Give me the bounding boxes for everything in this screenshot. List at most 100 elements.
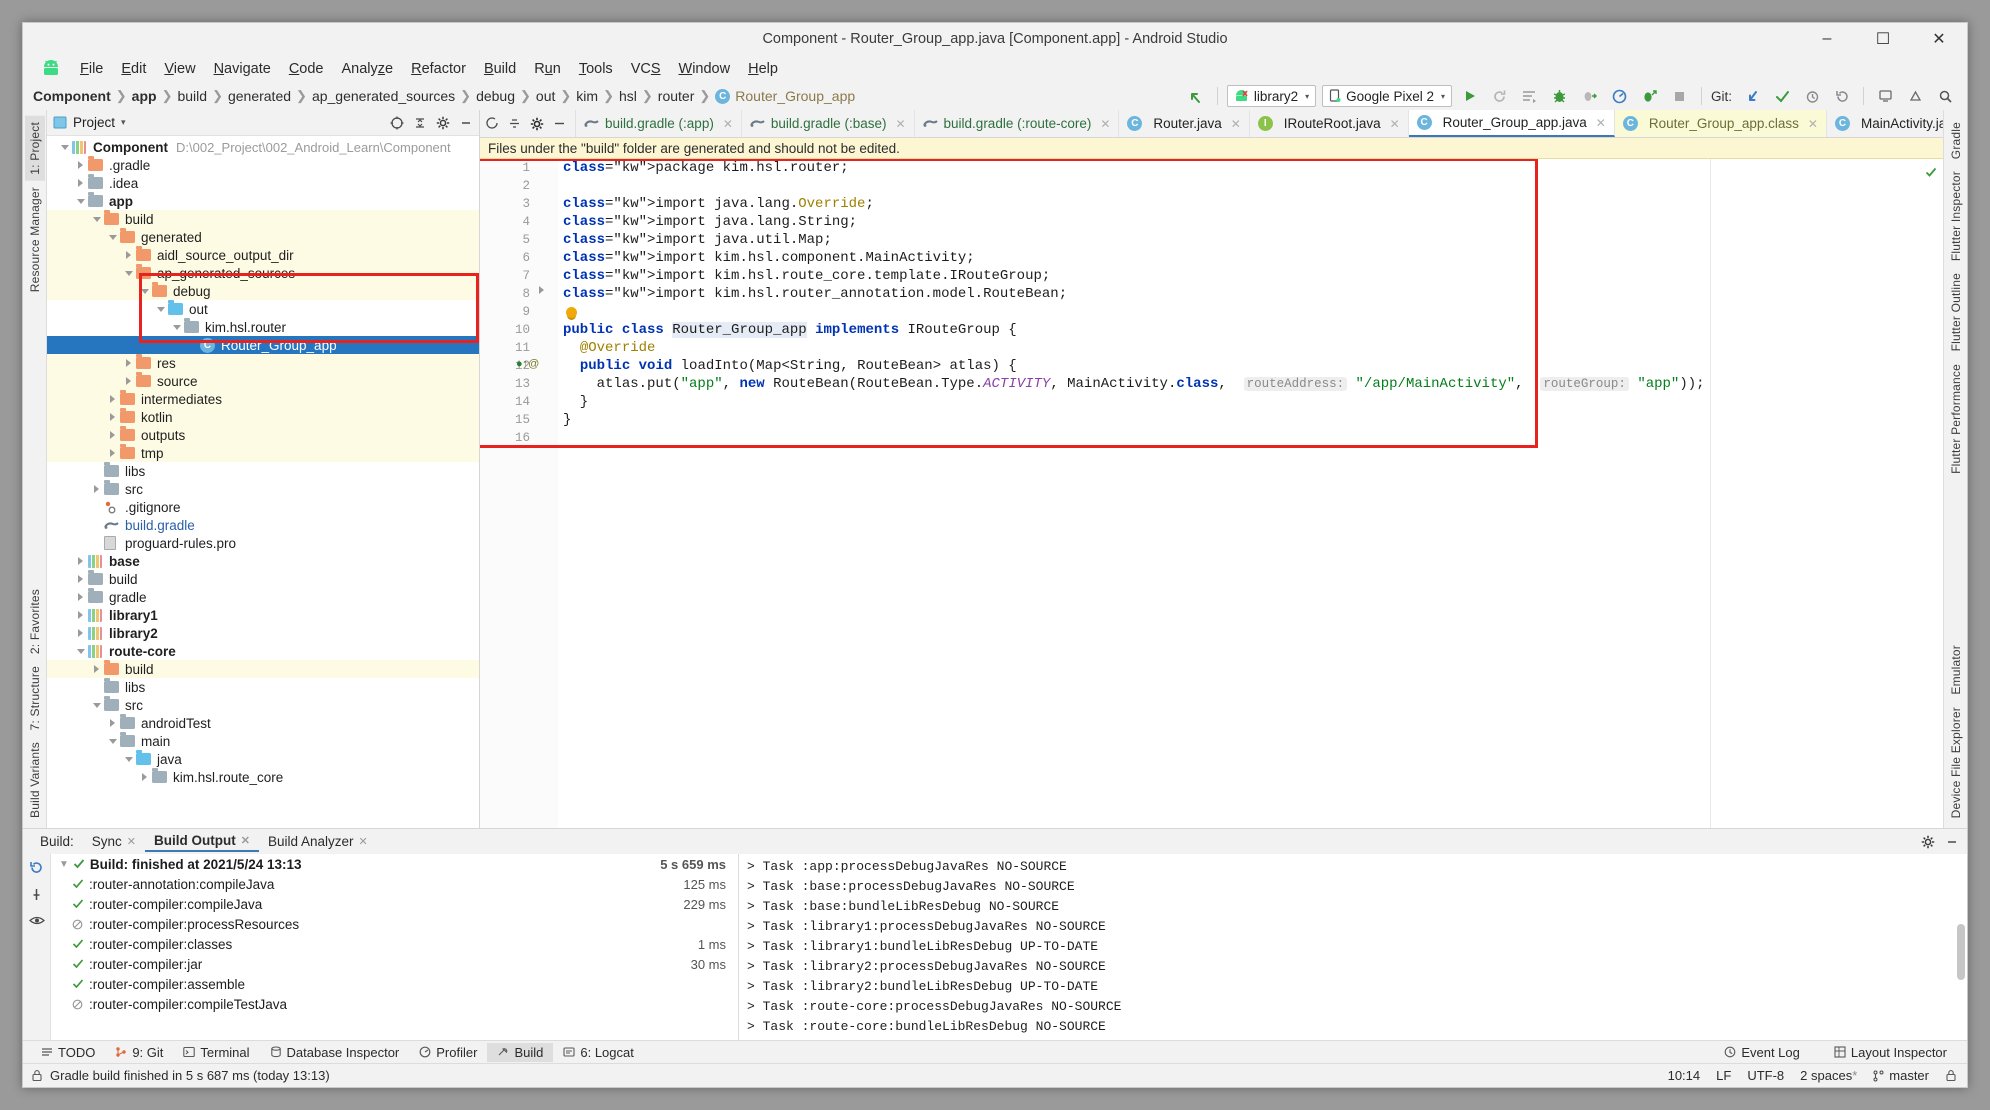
build-output-console[interactable]: > Task :app:processDebugJavaRes NO-SOURC…: [739, 854, 1967, 1040]
close-icon[interactable]: ✕: [1596, 116, 1606, 130]
tree-node-build[interactable]: build: [47, 570, 479, 588]
stop-icon[interactable]: [1668, 85, 1692, 107]
editor-tab-build-gradle-route-core-[interactable]: build.gradle (:route-core) ✕: [915, 110, 1120, 137]
tree-node-base[interactable]: base: [47, 552, 479, 570]
lock-icon[interactable]: [1945, 1069, 1957, 1082]
lock-icon[interactable]: [31, 1069, 43, 1082]
close-icon[interactable]: ✕: [1100, 117, 1110, 131]
tree-node-intermediates[interactable]: intermediates: [47, 390, 479, 408]
tab-sync[interactable]: Sync ✕: [83, 832, 145, 851]
gear-icon[interactable]: [436, 116, 450, 130]
rail-tab-flutter-outline[interactable]: Flutter Outline: [1946, 267, 1966, 357]
build-task-row[interactable]: :router-compiler:assemble: [51, 974, 738, 994]
target-icon[interactable]: [390, 116, 404, 130]
attach-debugger-icon[interactable]: [1578, 85, 1602, 107]
tree-node-build[interactable]: build: [47, 660, 479, 678]
tree-node-src[interactable]: src: [47, 480, 479, 498]
code-line-11[interactable]: @Override: [563, 339, 1943, 357]
git-branch-widget[interactable]: master: [1873, 1068, 1929, 1083]
code-line-9[interactable]: [563, 303, 1943, 321]
tree-node-route-core[interactable]: route-core: [47, 642, 479, 660]
code-line-2[interactable]: [563, 177, 1943, 195]
editor-tab-router-java[interactable]: C Router.java ✕: [1119, 110, 1250, 137]
menu-run[interactable]: Run: [525, 58, 570, 80]
rail-tab-favorites[interactable]: 2: Favorites: [25, 583, 45, 660]
tree-node-outputs[interactable]: outputs: [47, 426, 479, 444]
build-task-row[interactable]: :router-compiler:classes 1 ms: [51, 934, 738, 954]
build-task-row[interactable]: :router-compiler:compileJava 229 ms: [51, 894, 738, 914]
arrow-up-left-icon[interactable]: [1184, 85, 1208, 107]
tree-node-library1[interactable]: library1: [47, 606, 479, 624]
tree-expander[interactable]: [169, 324, 184, 330]
tool-window-logcat[interactable]: 6: Logcat: [553, 1043, 644, 1062]
minimize-icon[interactable]: [553, 117, 566, 130]
search-icon[interactable]: [1933, 85, 1957, 107]
menu-tools[interactable]: Tools: [570, 58, 622, 80]
file-encoding[interactable]: UTF-8: [1747, 1068, 1784, 1083]
menu-edit[interactable]: Edit: [112, 58, 155, 80]
code-line-14[interactable]: }: [563, 393, 1943, 411]
intention-bulb-icon[interactable]: [566, 307, 577, 318]
breadcrumb-app[interactable]: app: [132, 88, 157, 104]
rail-tab-flutter-inspector[interactable]: Flutter Inspector: [1946, 165, 1966, 267]
tree-node-gradle[interactable]: gradle: [47, 588, 479, 606]
tree-node-aidl-source-output-dir[interactable]: aidl_source_output_dir: [47, 246, 479, 264]
code-line-4[interactable]: class="kw">import java.lang.String;: [563, 213, 1943, 231]
tree-node--idea[interactable]: .idea: [47, 174, 479, 192]
pin-icon[interactable]: [29, 887, 44, 902]
tree-expander[interactable]: [105, 738, 120, 744]
tree-node-src[interactable]: src: [47, 696, 479, 714]
menu-file[interactable]: File: [71, 58, 112, 80]
gear-icon[interactable]: [530, 117, 544, 131]
tree-expander[interactable]: [89, 485, 104, 493]
tree-node-ap-generated-sources[interactable]: ap_generated_sources: [47, 264, 479, 282]
tree-node-generated[interactable]: generated: [47, 228, 479, 246]
tree-expander[interactable]: [57, 144, 72, 150]
tree-node-kim-hsl-route-core[interactable]: kim.hsl.route_core: [47, 768, 479, 786]
rail-tab-project[interactable]: 1: Project: [24, 116, 45, 181]
rail-tab-build-variants[interactable]: Build Variants: [25, 736, 45, 824]
tree-expander[interactable]: [105, 719, 120, 727]
instant-run-icon[interactable]: [1638, 85, 1662, 107]
run-icon[interactable]: [1458, 85, 1482, 107]
breadcrumb-kim[interactable]: kim: [576, 88, 598, 104]
tree-node-build[interactable]: build: [47, 210, 479, 228]
tool-window-profiler[interactable]: Profiler: [409, 1043, 487, 1062]
tab-build-output[interactable]: Build Output ✕: [145, 831, 259, 852]
project-panel-title-group[interactable]: Project ▾: [53, 115, 126, 130]
tree-node-res[interactable]: res: [47, 354, 479, 372]
tree-expander[interactable]: [105, 449, 120, 457]
tool-window-database-inspector[interactable]: Database Inspector: [260, 1043, 410, 1062]
breadcrumb-build[interactable]: build: [177, 88, 207, 104]
tree-node-libs[interactable]: libs: [47, 678, 479, 696]
close-icon[interactable]: ✕: [1231, 117, 1241, 131]
breadcrumb-router-group-app[interactable]: C Router_Group_app: [715, 88, 855, 104]
tree-expander[interactable]: [137, 288, 152, 294]
code-content[interactable]: class="kw">package kim.hsl.router; class=…: [558, 159, 1943, 828]
build-task-row[interactable]: :router-compiler:compileTestJava: [51, 994, 738, 1014]
tree-expander[interactable]: [105, 395, 120, 403]
tree-node--gradle[interactable]: .gradle: [47, 156, 479, 174]
tree-node-libs[interactable]: libs: [47, 462, 479, 480]
tree-node-build-gradle[interactable]: build.gradle: [47, 516, 479, 534]
expander-icon[interactable]: ▼: [59, 859, 69, 870]
tree-expander[interactable]: [89, 665, 104, 673]
menu-help[interactable]: Help: [739, 58, 787, 80]
close-icon[interactable]: ✕: [1390, 117, 1400, 131]
rail-tab-gradle[interactable]: Gradle: [1946, 116, 1966, 165]
menu-refactor[interactable]: Refactor: [402, 58, 475, 80]
code-line-12[interactable]: public void loadInto(Map<String, RouteBe…: [563, 357, 1943, 375]
close-icon[interactable]: ✕: [241, 834, 250, 847]
tree-expander[interactable]: [89, 216, 104, 222]
tree-expander[interactable]: [105, 413, 120, 421]
breadcrumb-out[interactable]: out: [536, 88, 555, 104]
tree-node-app[interactable]: app: [47, 192, 479, 210]
tree-node-kotlin[interactable]: kotlin: [47, 408, 479, 426]
debug-icon[interactable]: [1548, 85, 1572, 107]
breadcrumb-debug[interactable]: debug: [476, 88, 515, 104]
code-line-10[interactable]: public class Router_Group_app implements…: [563, 321, 1943, 339]
tree-expander[interactable]: [105, 431, 120, 439]
collapse-all-icon[interactable]: [413, 116, 427, 130]
tree-expander[interactable]: [73, 179, 88, 187]
tree-node-source[interactable]: source: [47, 372, 479, 390]
